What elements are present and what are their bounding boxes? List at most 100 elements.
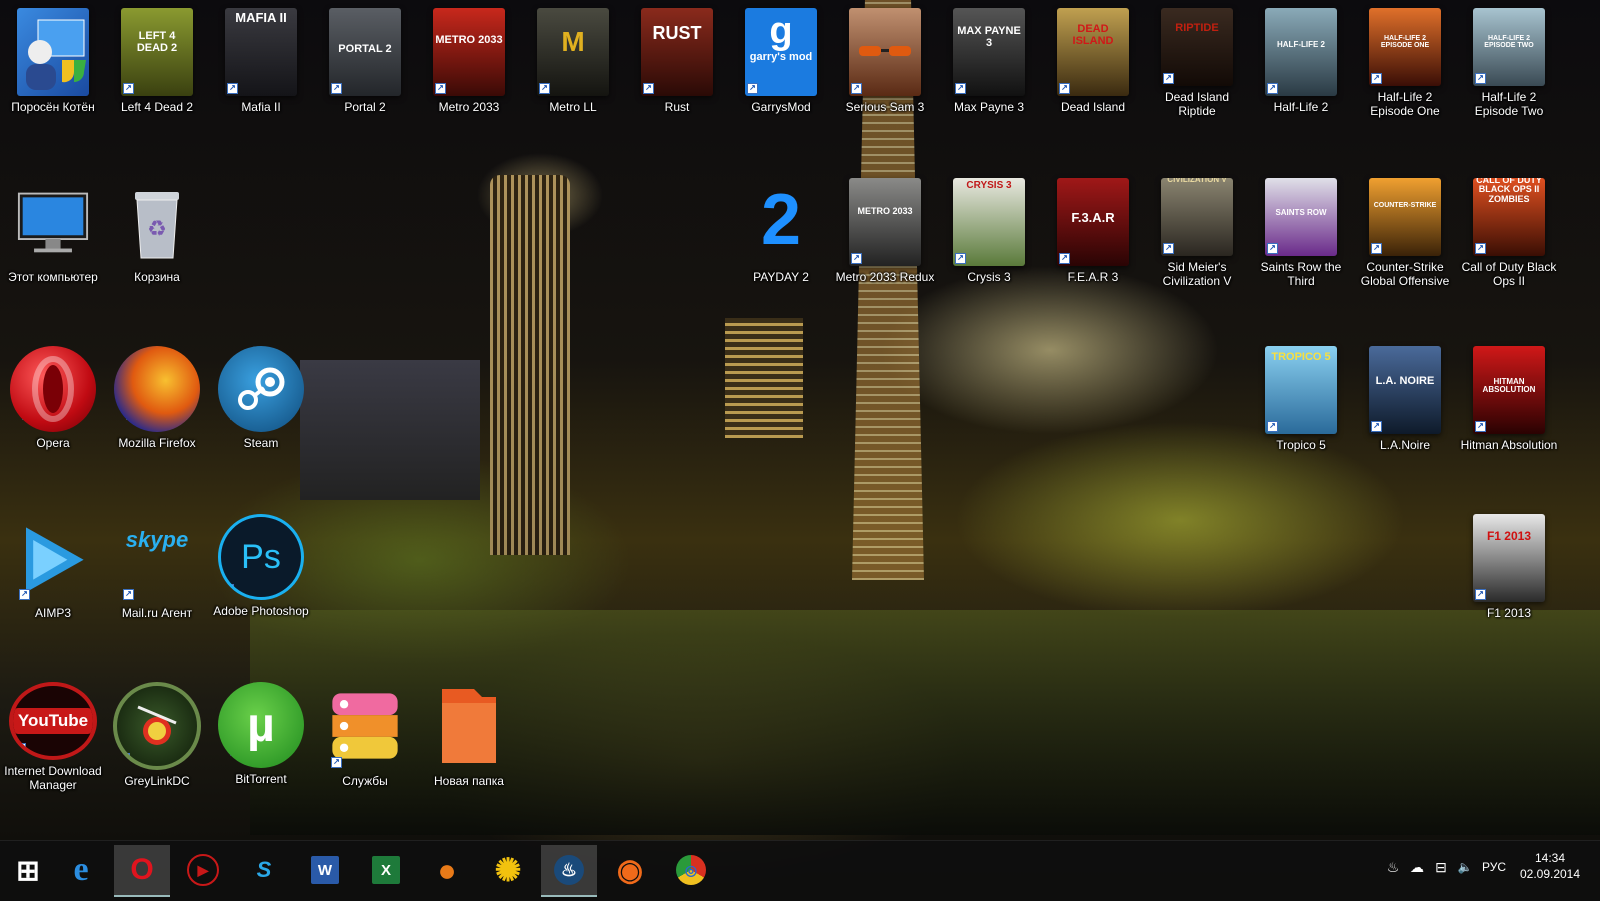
desktop-icon-aimp3[interactable]: ↗ AIMP3 — [3, 514, 103, 624]
origin-icon: ◉ — [616, 853, 644, 887]
desktop-icon-half-life2-ep2[interactable]: HALF-LIFE 2 EPISODE TWO ↗ Half-Life 2 Ep… — [1459, 8, 1559, 118]
tray-volume-icon[interactable]: 🔈 — [1455, 855, 1475, 879]
desktop-icon-this-pc[interactable]: Этот компьютер — [3, 178, 103, 288]
desktop-icon-services[interactable]: ↗ Службы — [315, 682, 415, 792]
steam-taskbar-button[interactable]: ♨ — [541, 845, 597, 897]
chrome-icon: ◎ — [676, 855, 706, 885]
metro2033-cover-icon: METRO 2033 ↗ — [433, 8, 505, 96]
desktop-icon-internet-download-manager[interactable]: YouTube ↗ Internet Download Manager — [3, 682, 103, 792]
desktop-icon-saints-row3[interactable]: SAINTS ROW ↗ Saints Row the Third — [1251, 178, 1351, 288]
excel-taskbar-button[interactable]: X — [358, 845, 414, 895]
shortcut-arrow-icon: ↗ — [1371, 243, 1382, 254]
this-pc-icon — [17, 178, 89, 266]
desktop-icon-serious-sam3[interactable]: ↗ Serious Sam 3 — [835, 8, 935, 118]
steam-icon: ♨ — [554, 855, 584, 885]
desktop-icon-greylinkdc[interactable]: ↗ GreyLinkDC — [107, 682, 207, 792]
saints-row3-cover-icon: SAINTS ROW ↗ — [1265, 178, 1337, 256]
desktop-icon-new-folder[interactable]: Новая папка — [419, 682, 519, 792]
youtube-taskbar-button[interactable]: ▶ — [175, 845, 231, 895]
desktop-icon-csgo[interactable]: COUNTER-STRIKE ↗ Counter-Strike Global O… — [1355, 178, 1455, 288]
icon-label: Steam — [243, 436, 279, 450]
desktop-icon-rust[interactable]: RUST ↗ Rust — [627, 8, 727, 118]
chrome-taskbar-button[interactable]: ◎ — [663, 845, 719, 895]
desktop-icon-cod-bo2[interactable]: CALL OF DUTY BLACK OPS II ZOMBIES ↗ Call… — [1459, 178, 1559, 288]
desktop-icon-payday2[interactable]: 2 PAYDAY 2 — [731, 178, 831, 288]
shortcut-arrow-icon: ↗ — [1059, 253, 1070, 264]
tray-steam-icon[interactable]: ♨ — [1383, 855, 1403, 879]
desktop-icon-fear3[interactable]: F.3.A.R ↗ F.E.A.R 3 — [1043, 178, 1143, 288]
svg-text:♻: ♻ — [147, 216, 167, 241]
icon-label: Max Payne 3 — [953, 100, 1025, 114]
desktop-icon-crysis3[interactable]: CRYSIS 3 ↗ Crysis 3 — [939, 178, 1039, 288]
desktop-icon-hitman-absolution[interactable]: HITMAN ABSOLUTION ↗ Hitman Absolution — [1459, 346, 1559, 456]
desktop-icon-civilization5[interactable]: CIVILIZATION V ↗ Sid Meier's Civilizatio… — [1147, 178, 1247, 288]
dead-island-riptide-cover-icon: RIPTIDE ↗ — [1161, 8, 1233, 86]
desktop-icon-portal2[interactable]: PORTAL 2 ↗ Portal 2 — [315, 8, 415, 118]
shortcut-arrow-icon: ↗ — [1475, 73, 1486, 84]
desktop-icon-mafia2[interactable]: MAFIA II ↗ Mafia II — [211, 8, 311, 118]
taskbar: ⊞ e O ▶ S W X ● ✺ ♨ ◉ ◎ ♨ ☁ ⊟ 🔈 РУС 14:3… — [0, 840, 1600, 901]
youtube-icon: YouTube ↗ — [9, 682, 97, 760]
desktop-icon-dead-island-riptide[interactable]: RIPTIDE ↗ Dead Island Riptide — [1147, 8, 1247, 118]
skype-icon: S — [256, 857, 272, 882]
shortcut-arrow-icon: ↗ — [1163, 73, 1174, 84]
user-accounts-icon — [17, 8, 89, 96]
desktop-icon-half-life2[interactable]: HALF-LIFE 2 ↗ Half-Life 2 — [1251, 8, 1351, 118]
desktop-icon-f1-2013[interactable]: F1 2013 ↗ F1 2013 — [1459, 514, 1559, 624]
desktop-icon-left4dead2[interactable]: LEFT 4 DEAD 2 ↗ Left 4 Dead 2 — [107, 8, 207, 118]
fruit-ninja-icon: ↗ — [113, 682, 201, 770]
icon-label: Opera — [36, 436, 70, 450]
desktop-icon-bittorrent[interactable]: µ ↗ BitTorrent — [211, 682, 311, 792]
flower-icon: ✺ — [494, 852, 522, 888]
start-button[interactable]: ⊞ — [0, 845, 56, 895]
garrysmod-icon: g garry's mod ↗ — [745, 8, 817, 96]
desktop-icon-la-noire[interactable]: L.A. NOIRE ↗ L.A.Noire — [1355, 346, 1455, 456]
desktop-icon-opera[interactable]: ↗ Opera — [3, 346, 103, 456]
icon-label: Internet Download Manager — [4, 764, 102, 792]
half-life2-ep1-cover-icon: HALF-LIFE 2 EPISODE ONE ↗ — [1369, 8, 1441, 86]
icon-label: F.E.A.R 3 — [1067, 270, 1119, 284]
shortcut-arrow-icon: ↗ — [223, 584, 234, 595]
csgo-cover-icon: COUNTER-STRIKE ↗ — [1369, 178, 1441, 256]
desktop-icon-mailru-agent[interactable]: skype ↗ Mail.ru Агент — [107, 514, 207, 624]
game-taskbar-button[interactable]: ● — [419, 845, 475, 895]
desktop-icon-metro2033-redux[interactable]: METRO 2033 ↗ Metro 2033 Redux — [835, 178, 935, 288]
desktop-icon-tropico5[interactable]: TROPICO 5 ↗ Tropico 5 — [1251, 346, 1351, 456]
ie-taskbar-button[interactable]: e — [53, 845, 109, 895]
half-life2-ep2-cover-icon: HALF-LIFE 2 EPISODE TWO ↗ — [1473, 8, 1545, 86]
desktop-icon-user-accounts[interactable]: Поросён Котён — [3, 8, 103, 118]
desktop-icon-max-payne3[interactable]: MAX PAYNE 3 ↗ Max Payne 3 — [939, 8, 1039, 118]
tray-cloud-icon[interactable]: ☁ — [1407, 855, 1427, 879]
origin-taskbar-button[interactable]: ◉ — [602, 845, 658, 895]
desktop-icon-dead-island[interactable]: DEAD ISLAND ↗ Dead Island — [1043, 8, 1143, 118]
desktop-icon-steam[interactable]: ↗ Steam — [211, 346, 311, 456]
mafia2-cover-icon: MAFIA II ↗ — [225, 8, 297, 96]
opera-taskbar-button[interactable]: O — [114, 845, 170, 897]
shortcut-arrow-icon: ↗ — [19, 589, 30, 600]
word-taskbar-button[interactable]: W — [297, 845, 353, 895]
folder-icon — [433, 682, 505, 770]
desktop-icon-recycle-bin[interactable]: ♻ Корзина — [107, 178, 207, 288]
icon-label: Dead Island — [1060, 100, 1126, 114]
input-language-indicator[interactable]: РУС — [1479, 855, 1509, 879]
icon-label: BitTorrent — [235, 772, 287, 786]
taskbar-clock[interactable]: 14:34 02.09.2014 — [1508, 850, 1592, 882]
desktop-icon-firefox[interactable]: ↗ Mozilla Firefox — [107, 346, 207, 456]
icon-label: Saints Row the Third — [1260, 260, 1342, 288]
max-payne3-cover-icon: MAX PAYNE 3 ↗ — [953, 8, 1025, 96]
civilization5-cover-icon: CIVILIZATION V ↗ — [1161, 178, 1233, 256]
desktop-icon-half-life2-ep1[interactable]: HALF-LIFE 2 EPISODE ONE ↗ Half-Life 2 Ep… — [1355, 8, 1455, 118]
word-icon: W — [311, 856, 339, 884]
icon-label: AIMP3 — [34, 606, 71, 620]
shortcut-arrow-icon: ↗ — [12, 419, 23, 430]
desktop-icon-garrysmod[interactable]: g garry's mod ↗ GarrysMod — [731, 8, 831, 118]
icon-label: Half-Life 2 Episode Two — [1474, 90, 1544, 118]
icon-label: Left 4 Dead 2 — [120, 100, 194, 114]
desktop-icon-metro-ll[interactable]: M ↗ Metro LL — [523, 8, 623, 118]
desktop-icon-metro2033[interactable]: METRO 2033 ↗ Metro 2033 — [419, 8, 519, 118]
aimp3-icon: ↗ — [17, 514, 89, 602]
skype-taskbar-button[interactable]: S — [236, 845, 292, 895]
flower-taskbar-button[interactable]: ✺ — [480, 845, 536, 895]
tray-network-icon[interactable]: ⊟ — [1431, 855, 1451, 879]
desktop-icon-photoshop[interactable]: Ps ↗ Adobe Photoshop — [211, 514, 311, 624]
